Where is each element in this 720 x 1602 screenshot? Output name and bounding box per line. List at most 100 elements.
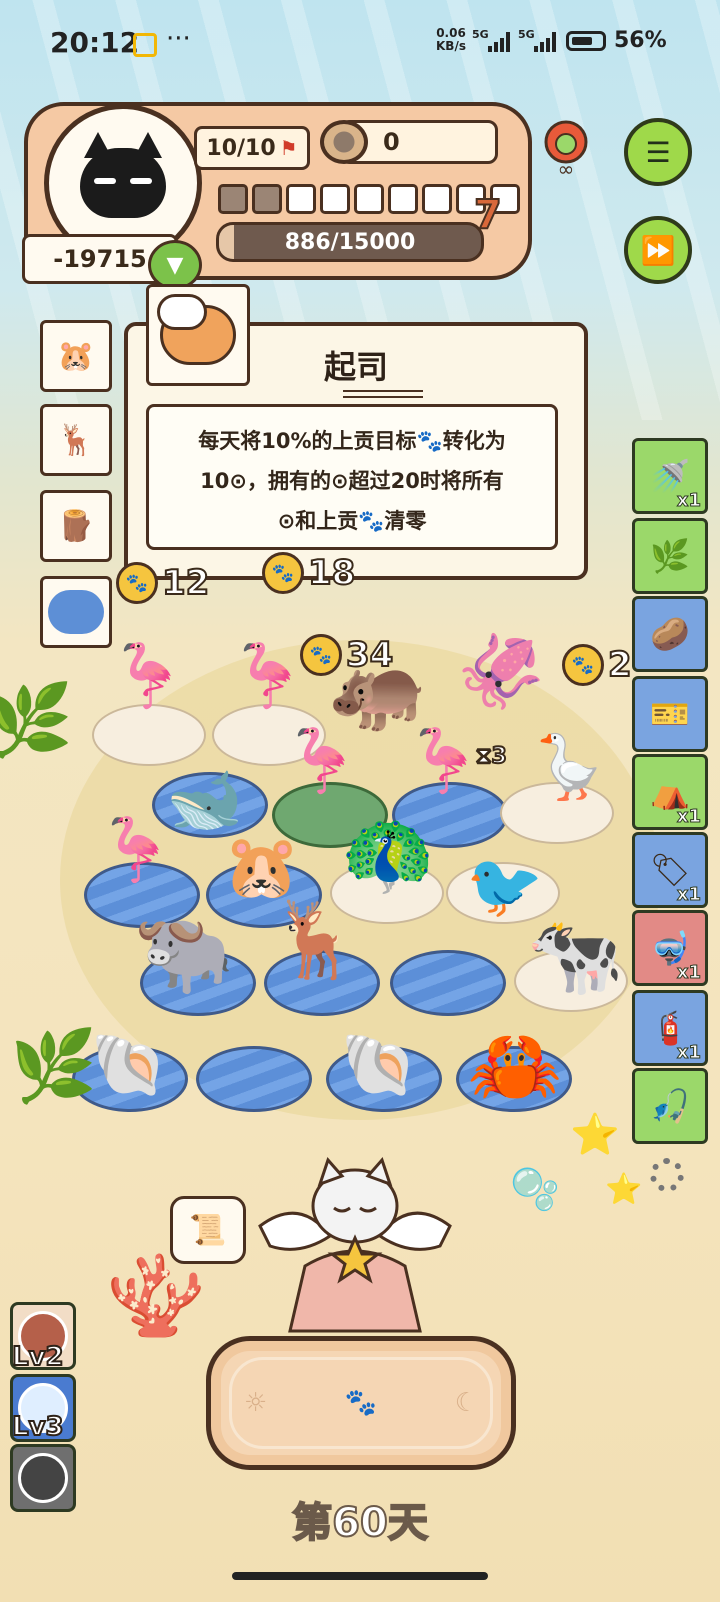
main-action-button[interactable]: ☼ 🐾 ☾ [206, 1336, 516, 1470]
gear-icon[interactable] [650, 1158, 684, 1192]
card-hamster[interactable]: 🐹 [40, 320, 112, 392]
certificate-icon: 📜 [189, 1212, 227, 1248]
paw-icon: 🐾 [262, 552, 304, 594]
sim1-type: 5G [472, 28, 489, 41]
flamingo-icon[interactable]: 🦩 [96, 800, 176, 900]
tool-card-3[interactable]: 🥔 [632, 596, 708, 672]
progress-slot [320, 184, 350, 214]
flamingo-icon[interactable]: 🦩 [404, 716, 484, 806]
list-icon: ☰ [645, 135, 671, 169]
status-bar: 20:12 ··· 0.06 KB/s 5G 5G 56% [0, 0, 720, 88]
notification-icon [133, 33, 157, 57]
black-cat-icon [80, 132, 166, 218]
moon-icon: ☾ [454, 1388, 478, 1418]
progress-slot [218, 184, 248, 214]
paw-counter-d: 🐾 2 [562, 644, 633, 686]
angel-cat[interactable] [250, 1156, 460, 1336]
seaweed-icon: 🌿 [10, 1025, 98, 1107]
water-tile[interactable] [390, 950, 506, 1016]
sim2-type: 5G [518, 28, 535, 41]
progress-slot [388, 184, 418, 214]
flamingo-icon[interactable]: 🦩 [108, 636, 188, 716]
more-notifications-icon: ··· [166, 24, 191, 54]
shell-crest-icon[interactable]: ∞ [538, 118, 594, 180]
fast-forward-button[interactable]: ⏩ [624, 216, 692, 284]
fast-forward-icon: ⏩ [640, 233, 676, 267]
info-description: 每天将10%的上贡目标🐾转化为 10⊙，拥有的⊙超过20时将所有 ⊙和上贡🐾清零 [146, 404, 558, 550]
battery-percent: 56% [614, 28, 667, 53]
coin-icon [320, 120, 368, 164]
menu-button[interactable]: ☰ [624, 118, 692, 186]
paw-counter-a: 🐾 12 [116, 562, 210, 604]
tool-count: x1 [676, 962, 701, 984]
card-fence[interactable]: 🪵 [40, 490, 112, 562]
flag-icon: ⚑ [279, 136, 298, 160]
cheese-hamster-icon [157, 294, 236, 365]
hamster-icon: 🐹 [57, 338, 95, 374]
certificate-button[interactable]: 📜 [170, 1196, 246, 1264]
progress-slot [422, 184, 452, 214]
paw-icon: 🐾 [116, 562, 158, 604]
home-indicator[interactable] [232, 1572, 488, 1580]
cow-icon[interactable]: 🐄 [520, 906, 630, 1006]
tool-count: x1 [676, 806, 701, 828]
svg-text:∞: ∞ [558, 157, 575, 180]
coin-count-text: 0 [383, 128, 400, 156]
card-deer[interactable]: 🦌 [40, 404, 112, 476]
deer-icon: 🦌 [57, 422, 95, 458]
deer-icon[interactable]: 🦌 [266, 880, 366, 1000]
info-portrait [146, 284, 250, 386]
shell-icon[interactable]: 🐚 [334, 1020, 424, 1110]
flamingo-icon[interactable]: 🦩 [282, 716, 362, 806]
tool-card-8[interactable]: 🧯 x1 [632, 990, 708, 1066]
pebbles-icon: 🫧 [510, 1167, 560, 1213]
flag-count-text: 10/10 [206, 135, 276, 161]
fence-icon: 🪵 [57, 508, 95, 544]
water-tile[interactable] [196, 1046, 312, 1112]
card-water[interactable] [40, 576, 112, 648]
tool-card-9[interactable]: 🎣 [632, 1068, 708, 1144]
desc-line-1: 每天将10%的上贡目标🐾转化为 [198, 429, 506, 453]
desc-line-2: 10⊙，拥有的⊙超过20时将所有 [200, 469, 504, 493]
level-label-1: Lv2 [11, 1341, 65, 1373]
clock: 20:12 [50, 26, 140, 59]
paw-icon: 🐾 [344, 1388, 378, 1418]
signal-icon [488, 30, 510, 52]
tool-count: x1 [676, 1042, 701, 1064]
seaweed-icon: 🌿 [0, 679, 74, 761]
xp-text: 886/15000 [284, 229, 416, 255]
day-counter: 第60天 [291, 1499, 429, 1547]
tool-count: x1 [676, 490, 701, 512]
desc-line-3: ⊙和上贡🐾清零 [277, 509, 427, 533]
signal-icon [534, 30, 556, 52]
tool-card-5[interactable]: ⛺ x1 [632, 754, 708, 830]
tool-icon: 🌿 [650, 537, 690, 575]
starfish-icon: ⭐ [605, 1172, 643, 1207]
tool-card-1[interactable]: 🚿 x1 [632, 438, 708, 514]
flag-counter: 10/10 ⚑ [194, 126, 310, 170]
goose-icon[interactable]: 🪿 [524, 722, 614, 812]
title-underline [343, 390, 423, 398]
battery-icon [566, 31, 606, 51]
paw-icon: 🐾 [562, 644, 604, 686]
tool-icon: 🎣 [650, 1087, 690, 1125]
timer-badge: ⧗3 [475, 743, 508, 770]
tool-card-6[interactable]: 🏷 x1 [632, 832, 708, 908]
buffalo-icon[interactable]: 🐃 [124, 898, 244, 1008]
expand-down-button[interactable]: ▼ [148, 240, 202, 290]
progress-slot [252, 184, 282, 214]
tool-card-7[interactable]: 🤿 x1 [632, 910, 708, 986]
tool-card-2[interactable]: 🌿 [632, 518, 708, 594]
tool-icon: 🎫 [650, 695, 690, 733]
level-label-2: Lv3 [11, 1411, 65, 1443]
xp-bar: 886/15000 [216, 222, 484, 262]
crab-icon[interactable]: 🦀 [460, 1016, 570, 1116]
tool-count: x1 [676, 884, 701, 906]
starfish-icon: ⭐ [570, 1112, 620, 1158]
tool-card-4[interactable]: 🎫 [632, 676, 708, 752]
tool-icon: 🥔 [650, 615, 690, 653]
network-speed: 0.06 KB/s [436, 26, 466, 53]
flamingo-icon[interactable]: 🦩 [228, 636, 308, 716]
chevron-down-icon: ▼ [166, 252, 184, 278]
water-tile-icon [48, 590, 104, 634]
